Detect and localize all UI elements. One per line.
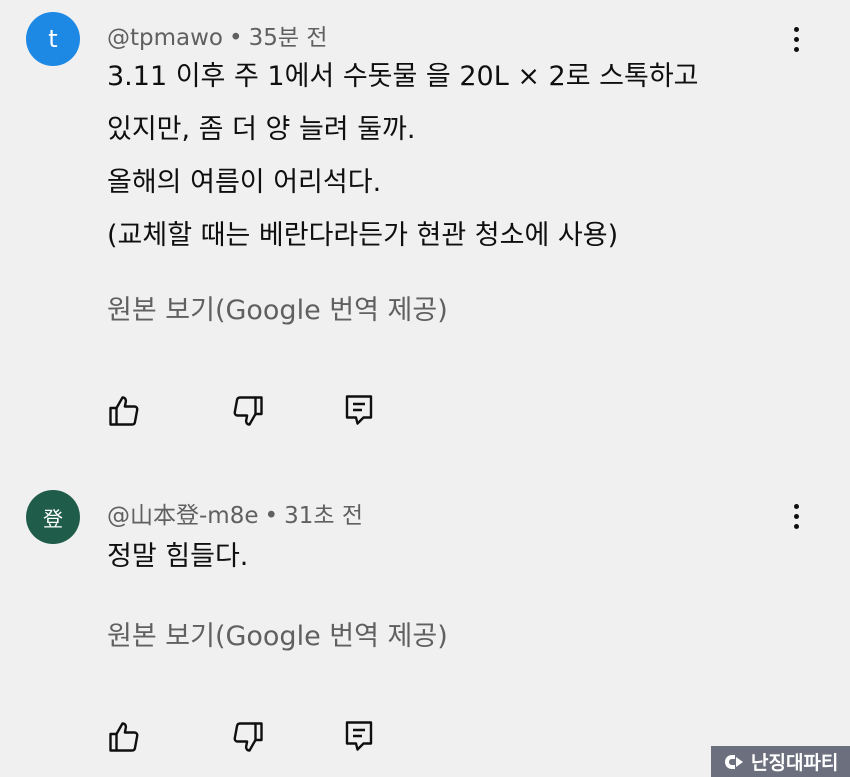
comment-reply-icon [345, 721, 373, 751]
thumb-up-icon [109, 396, 139, 426]
comment-time: 31초 전 [284, 503, 363, 529]
avatar-letter: t [48, 25, 58, 53]
more-vert-icon-dot [793, 46, 799, 52]
more-vert-icon-dot [793, 36, 799, 42]
thumb-up-icon [109, 722, 139, 752]
dislike-button[interactable] [230, 393, 266, 429]
avatar[interactable]: t [26, 12, 80, 66]
comment-line: (교체할 때는 베란다라든가 현관 청소에 사용) [107, 220, 619, 251]
more-options-button[interactable] [778, 496, 814, 536]
comment-meta: @山本登-m8e • 31초 전 [107, 496, 363, 530]
author-handle[interactable]: @山本登-m8e [107, 503, 259, 529]
see-original-link[interactable]: 원본 보기(Google 번역 제공) [107, 614, 448, 653]
comment-text: 정말 힘들다. [107, 530, 248, 583]
meta-separator: • [264, 503, 279, 529]
meta-separator: • [229, 25, 243, 51]
avatar[interactable]: 登 [26, 490, 80, 544]
like-button[interactable] [106, 719, 142, 755]
more-vert-icon-dot [793, 513, 799, 519]
watermark: 난징대파티 [711, 746, 850, 777]
thumb-down-icon [233, 722, 263, 752]
reply-button[interactable] [341, 718, 377, 754]
thumb-down-icon [233, 396, 263, 426]
comment-reply-icon [345, 395, 373, 425]
comment-line: 있지만, 좀 더 양 늘려 둘까. [107, 114, 416, 145]
comment-time: 35분 전 [248, 25, 328, 51]
comment-line: 올해의 여름이 어리석다. [107, 167, 382, 198]
more-options-button[interactable] [778, 19, 814, 59]
more-vert-icon-dot [793, 26, 799, 32]
author-handle[interactable]: @tpmawo [107, 25, 223, 51]
dislike-button[interactable] [230, 719, 266, 755]
more-vert-icon-dot [793, 503, 799, 509]
like-button[interactable] [106, 393, 142, 429]
watermark-logo-icon [725, 754, 743, 769]
comment-text: 3.11 이후 주 1에서 수돗물 을 20L × 2로 스톡하고 있지만, 좀… [107, 50, 699, 262]
watermark-text: 난징대파티 [751, 752, 839, 774]
avatar-letter: 登 [43, 506, 63, 531]
reply-button[interactable] [341, 392, 377, 428]
comment-meta: @tpmawo • 35분 전 [107, 18, 327, 52]
see-original-link[interactable]: 원본 보기(Google 번역 제공) [107, 288, 448, 327]
comment-line: 3.11 이후 주 1에서 수돗물 을 20L × 2로 스톡하고 [107, 61, 699, 92]
comments-page: t @tpmawo • 35분 전 3.11 이후 주 1에서 수돗물 을 20L … [0, 0, 850, 777]
comment-line: 정말 힘들다. [107, 541, 249, 572]
more-vert-icon-dot [793, 523, 799, 529]
